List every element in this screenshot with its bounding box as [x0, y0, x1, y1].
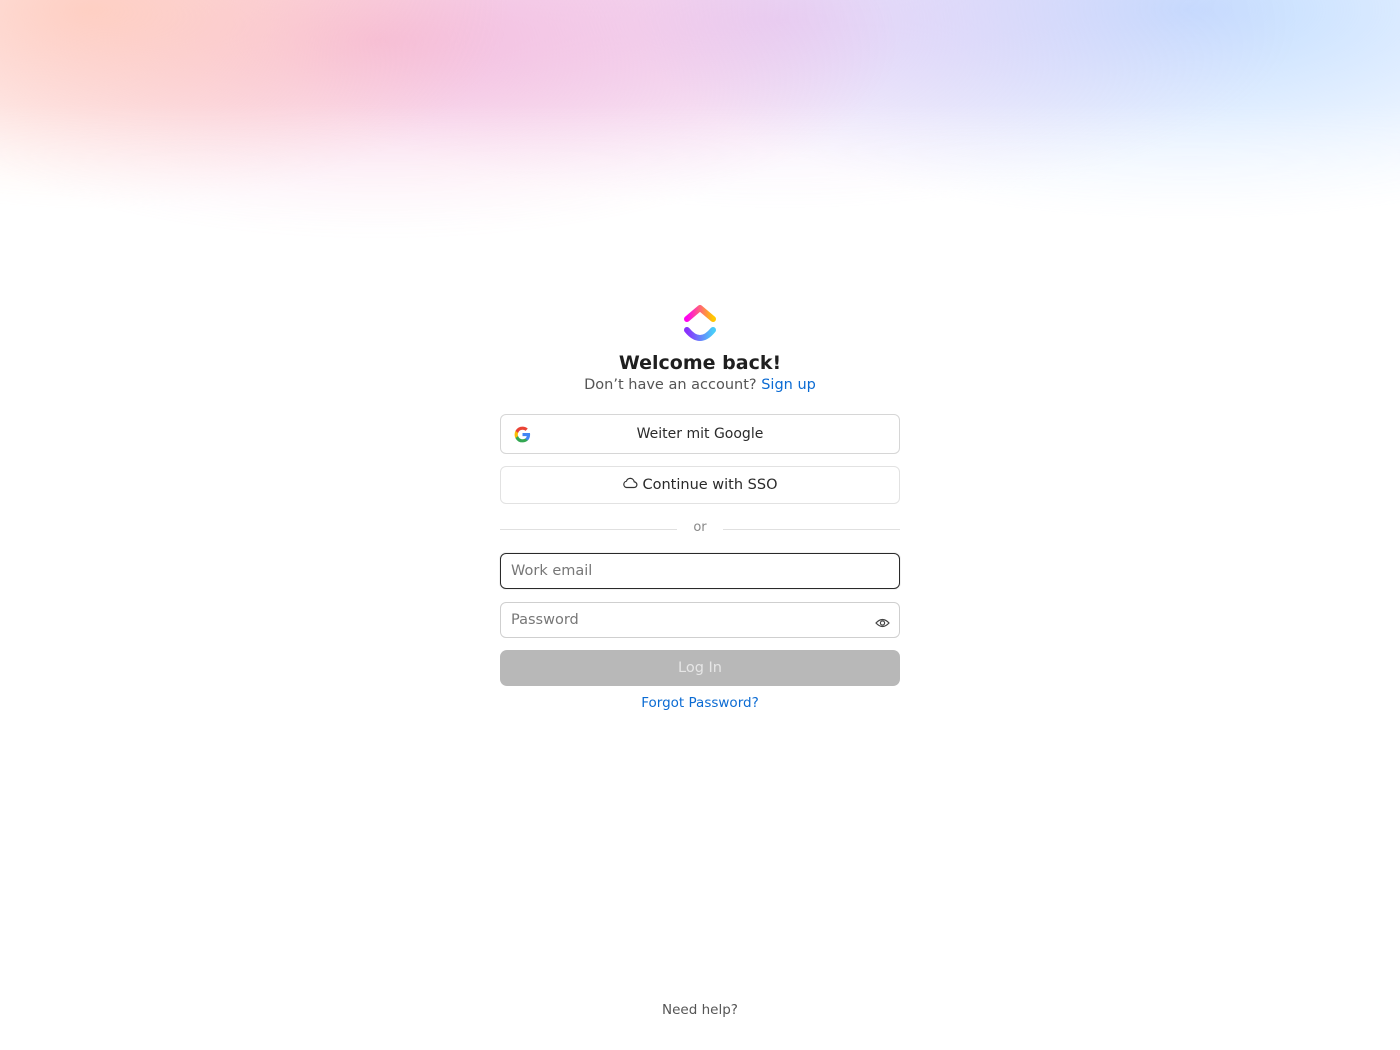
email-field[interactable]	[501, 554, 899, 588]
signup-link[interactable]: Sign up	[761, 377, 816, 393]
clickup-logo	[682, 304, 718, 344]
signup-prompt-text: Don’t have an account?	[584, 377, 757, 393]
page-title: Welcome back!	[618, 352, 782, 374]
divider-line-right	[723, 529, 900, 530]
sso-login-label: Continue with SSO	[642, 477, 778, 493]
email-field-wrapper	[500, 553, 900, 589]
google-icon	[513, 425, 532, 444]
background-gradient	[0, 0, 1400, 300]
need-help-link[interactable]: Need help?	[0, 1002, 1400, 1018]
divider-text: or	[693, 520, 707, 535]
forgot-password-link[interactable]: Forgot Password?	[0, 695, 1400, 711]
signup-prompt: Don’t have an account? Sign up	[0, 377, 1400, 393]
login-button[interactable]: Log In	[500, 650, 900, 686]
or-divider: or	[500, 520, 900, 538]
google-login-button[interactable]: Weiter mit Google	[500, 414, 900, 454]
eye-icon[interactable]	[875, 614, 890, 628]
cloud-icon	[622, 476, 638, 494]
password-field[interactable]	[501, 603, 899, 637]
google-login-label: Weiter mit Google	[636, 426, 764, 442]
password-field-wrapper	[500, 602, 900, 638]
sso-login-button[interactable]: Continue with SSO	[500, 466, 900, 504]
